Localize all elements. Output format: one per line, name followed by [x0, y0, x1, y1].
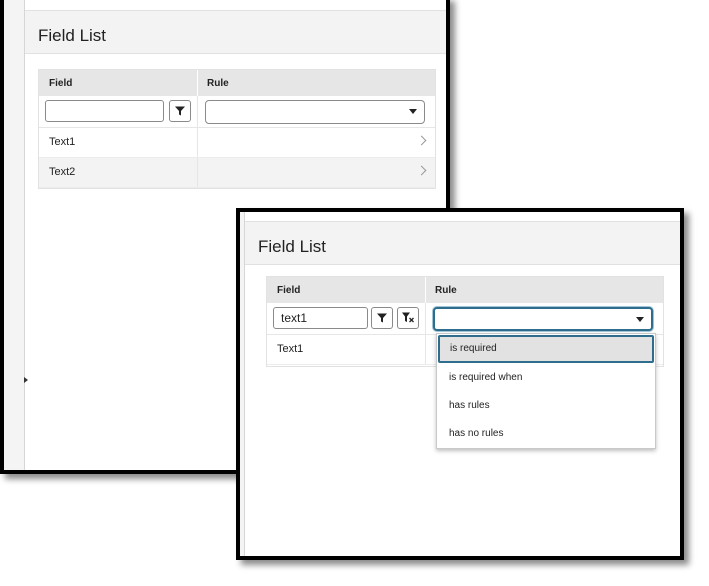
field-cell: Text1 [49, 136, 76, 148]
dropdown-option-is-required-when[interactable]: is required when [437, 364, 655, 392]
table-row[interactable]: Text2 [39, 158, 435, 188]
page-title: Field List [38, 26, 107, 45]
filter-row [267, 303, 663, 335]
field-list-panel-front: Field List Field Rule Text1 is [236, 208, 684, 560]
clear-filter-icon [402, 312, 414, 323]
column-divider [197, 70, 198, 96]
column-header-field[interactable]: Field [49, 78, 72, 89]
filter-button[interactable] [371, 307, 393, 329]
field-filter-input[interactable] [273, 307, 368, 329]
column-divider [425, 335, 426, 364]
column-divider [425, 277, 426, 303]
sidebar-expand-arrow-icon[interactable] [24, 377, 28, 383]
left-sidebar-strip [4, 0, 25, 470]
panel-header: Field List [245, 221, 680, 265]
column-divider [425, 303, 426, 334]
field-cell: Text1 [277, 343, 304, 355]
dropdown-option-has-rules[interactable]: has rules [437, 392, 655, 420]
column-divider [197, 158, 198, 187]
grid-header-row: Field Rule [267, 277, 663, 303]
dropdown-option-is-required[interactable]: is required [438, 335, 654, 363]
chevron-right-icon [416, 165, 427, 176]
grid-header-row: Field Rule [39, 70, 435, 96]
rule-filter-select[interactable] [433, 307, 653, 331]
filter-button[interactable] [169, 100, 191, 122]
field-filter-input[interactable] [45, 100, 164, 122]
field-cell: Text2 [49, 166, 76, 178]
caret-down-icon [409, 109, 417, 114]
panel-header: Field List [25, 10, 446, 54]
filter-funnel-icon [377, 313, 387, 323]
caret-down-icon [636, 317, 644, 322]
dropdown-option-has-no-rules[interactable]: has no rules [437, 420, 655, 448]
column-header-rule[interactable]: Rule [207, 78, 229, 89]
column-header-rule[interactable]: Rule [435, 285, 457, 296]
clear-filter-button[interactable] [397, 307, 419, 329]
rule-dropdown-list: is required is required when has rules h… [436, 333, 656, 449]
filter-row [39, 96, 435, 128]
chevron-right-icon [416, 135, 427, 146]
table-row[interactable]: Text1 [39, 128, 435, 158]
column-header-field[interactable]: Field [277, 285, 300, 296]
rule-filter-select[interactable] [205, 100, 425, 124]
column-divider [197, 128, 198, 157]
page-title: Field List [258, 237, 327, 256]
field-rule-grid: Field Rule Text1 Text2 [38, 69, 436, 189]
filter-funnel-icon [175, 106, 185, 116]
column-divider [197, 96, 198, 127]
